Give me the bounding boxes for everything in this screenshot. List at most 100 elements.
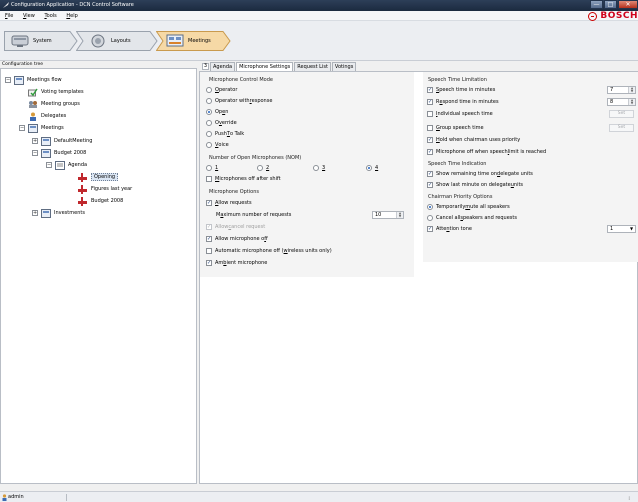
checkmark-icon: ✓: [427, 137, 433, 143]
investments-expand-toggle[interactable]: +: [32, 210, 38, 216]
radio-cancel-all-speakers[interactable]: Cancel all s peakers and requests: [427, 215, 517, 221]
menu-view[interactable]: View: [19, 11, 39, 21]
window-title-bar: Configuration Application - DCN Control …: [0, 0, 638, 11]
configuration-tree: − Meetings flow Voting templates Meeting…: [0, 68, 197, 484]
tree-item-meetings[interactable]: Meetings: [28, 123, 64, 133]
radio-nom-4[interactable]: 4: [366, 165, 378, 171]
radio-operator-with-response[interactable]: Operator with r esponse: [206, 98, 272, 104]
maximize-button[interactable]: □: [604, 0, 617, 9]
max-requests-label: Ma ximum number of requests: [216, 212, 292, 218]
individual-speech-time-set-button[interactable]: Set: [609, 110, 634, 118]
nav-meetings-button[interactable]: Meetings: [156, 31, 231, 51]
spin-arrows-icon[interactable]: ▲ ▼: [396, 212, 403, 218]
server-icon: [11, 35, 29, 47]
tree-item-budget-2008-topic[interactable]: Budget 2008: [78, 196, 123, 206]
close-button[interactable]: ✕: [618, 0, 638, 9]
menu-tools[interactable]: Tools: [40, 11, 60, 21]
budget-collapse-toggle[interactable]: −: [32, 150, 38, 156]
layouts-icon: [91, 34, 105, 48]
radio-nom-3[interactable]: 3: [313, 165, 325, 171]
radio-nom-2[interactable]: 2: [257, 165, 269, 171]
minimize-button[interactable]: —: [590, 0, 603, 9]
tree-collapse-toggle[interactable]: −: [5, 77, 11, 83]
checkbox-speech-time[interactable]: ✓ Speech time in minutes: [427, 87, 495, 93]
checkbox-group-speech-time[interactable]: Group speech time: [427, 125, 484, 131]
defaultmeeting-expand-toggle[interactable]: +: [32, 138, 38, 144]
spin-arrows-icon[interactable]: ▲ ▼: [628, 99, 635, 105]
radio-open[interactable]: Op e n: [206, 109, 228, 115]
mic-options-title: Microphone Options: [209, 189, 259, 195]
max-requests-spinner[interactable]: 10 ▲ ▼: [372, 211, 404, 219]
tab-votings[interactable]: Votings: [331, 62, 357, 71]
checkbox-box: [427, 125, 433, 131]
radio-voice[interactable]: Voice: [206, 142, 229, 148]
radio-push-to-talk[interactable]: Push To Talk: [206, 131, 244, 137]
user-icon: [2, 494, 7, 501]
tab-request-list[interactable]: Request List: [294, 62, 331, 71]
tab-strip: Agenda Microphone Settings Request List …: [210, 62, 357, 72]
radio-nom-1[interactable]: 1: [206, 165, 218, 171]
menu-help[interactable]: Help: [62, 11, 81, 21]
checkbox-show-remaining-time[interactable]: ✓ Show remaining time on d elegate units: [427, 171, 533, 177]
checkmark-icon: ✓: [427, 87, 433, 93]
tab-agenda[interactable]: Agenda: [210, 62, 236, 71]
voting-templates-icon: [28, 88, 38, 96]
tree-item-opening[interactable]: Opening: [78, 172, 119, 182]
radio-indicator: [206, 98, 212, 104]
bosch-armature-icon: [588, 11, 598, 21]
checkbox-allow-cancel-request[interactable]: ✓ Allow c ancel request: [206, 224, 265, 230]
radio-temporarily-mute[interactable]: Temporarily m ute all speakers: [427, 204, 510, 210]
tree-item-voting-templates[interactable]: Voting templates: [28, 87, 84, 97]
tree-item-delegates[interactable]: Delegates: [28, 111, 66, 121]
respond-time-value: 8: [610, 99, 614, 105]
menu-file[interactable]: File: [0, 11, 17, 21]
meeting-groups-icon: [29, 100, 37, 108]
radio-indicator: [257, 165, 263, 171]
spin-arrows-icon[interactable]: ▲ ▼: [628, 87, 635, 93]
nav-system-button[interactable]: System: [4, 31, 78, 51]
meeting-icon: [41, 136, 51, 146]
checkbox-individual-speech-time[interactable]: Individual speech time: [427, 111, 493, 117]
checkbox-allow-requests[interactable]: ✓ Allow requests: [206, 200, 252, 206]
brand-name: BOSCH: [600, 11, 638, 21]
radio-indicator: [206, 120, 212, 126]
checkbox-ambient-microphone[interactable]: ✓ Am b ient microphone: [206, 260, 267, 266]
checkbox-microphones-off-after-shift[interactable]: Microphones off after shift: [206, 176, 281, 182]
chevron-down-icon: ▼: [629, 226, 634, 231]
checkbox-hold-when-chairman-priority[interactable]: ✓ Hold when chairman uses priority: [427, 137, 520, 143]
checkbox-respond-time[interactable]: ✓ Re spond time in minutes: [427, 99, 499, 105]
configuration-tree-header: Configuration tree: [2, 62, 44, 67]
checkbox-attention-tone[interactable]: ✓ Atte n tion tone: [427, 226, 472, 232]
radio-operator[interactable]: Operator: [206, 87, 237, 93]
checkbox-automatic-microphone-off[interactable]: Automatic microphone off (w ireless units…: [206, 248, 332, 254]
mic-control-mode-title: Microphone Control Mode: [209, 77, 273, 83]
meetings-icon: [166, 34, 184, 47]
tree-item-meetings-flow[interactable]: Meetings flow: [14, 75, 62, 85]
meetings-collapse-toggle[interactable]: −: [19, 125, 25, 131]
checkbox-show-last-minute[interactable]: ✓ Show last minute on delegate u nits: [427, 182, 523, 188]
tree-item-defaultmeeting[interactable]: DefaultMeeting: [41, 136, 92, 146]
tree-item-budget-2008[interactable]: Budget 2008: [41, 148, 86, 158]
checkmark-icon: ✓: [206, 236, 212, 242]
checkmark-icon: ✓: [427, 171, 433, 177]
window-title: Configuration Application - DCN Control …: [11, 2, 134, 8]
tree-item-figures-last-year[interactable]: Figures last year: [78, 184, 132, 194]
checkbox-box: [206, 248, 212, 254]
speech-time-limitation-title: Speech Time Limitation: [428, 77, 487, 83]
radio-indicator-selected: [427, 204, 433, 210]
checkbox-mic-off-speech-limit[interactable]: ✓ Microphone off when speech l imit is rea…: [427, 149, 546, 155]
resize-grip-icon[interactable]: ⁞: [628, 494, 630, 502]
tree-item-meeting-groups[interactable]: Meeting groups: [28, 99, 80, 109]
meetings-folder-icon: [28, 123, 38, 133]
agenda-collapse-toggle[interactable]: −: [46, 162, 52, 168]
agenda-topic-icon: [78, 196, 87, 206]
nav-layouts-button[interactable]: Layouts: [76, 31, 158, 51]
radio-override[interactable]: Ov erride: [206, 120, 237, 126]
speech-time-spinner[interactable]: 7 ▲ ▼: [607, 86, 636, 94]
group-speech-time-set-button[interactable]: Set: [609, 124, 634, 132]
checkbox-allow-microphone-off[interactable]: ✓ Allow microphone off: [206, 236, 268, 242]
respond-time-spinner[interactable]: 8 ▲ ▼: [607, 98, 636, 106]
tree-item-investments[interactable]: Investments: [41, 208, 85, 218]
attention-tone-select[interactable]: 1 ▼: [607, 225, 636, 233]
tree-item-agenda[interactable]: Agenda: [55, 160, 87, 170]
